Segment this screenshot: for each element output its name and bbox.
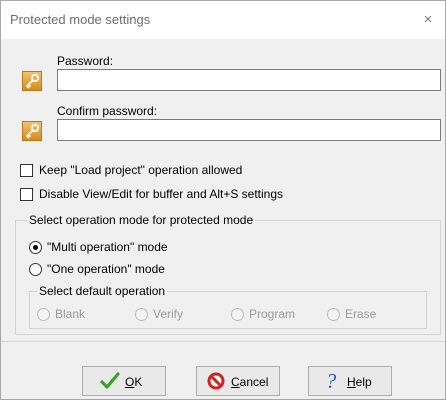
blank-radio[interactable] [37, 308, 50, 321]
disable-view-label: Disable View/Edit for buffer and Alt+S s… [39, 187, 284, 201]
one-operation-label: "One operation" mode [47, 262, 165, 276]
keep-load-label: Keep "Load project" operation allowed [39, 163, 243, 177]
one-operation-radio[interactable] [29, 263, 42, 276]
verify-label: Verify [153, 307, 184, 321]
key-icon [22, 121, 42, 141]
cancel-button-label: Cancel [231, 375, 269, 389]
question-mark-icon: ? [322, 369, 340, 395]
svg-text:?: ? [326, 370, 337, 392]
disable-view-checkbox[interactable] [20, 188, 33, 201]
cancel-button[interactable]: Cancel [196, 366, 280, 396]
multi-operation-radio[interactable] [29, 241, 42, 254]
key-icon [22, 71, 42, 91]
default-operation-group-title: Select default operation [37, 284, 168, 298]
no-entry-icon [207, 372, 225, 393]
multi-operation-label: "Multi operation" mode [47, 240, 168, 254]
program-radio[interactable] [231, 308, 244, 321]
title-bar: Protected mode settings × [1, 1, 445, 39]
operation-mode-group-title: Select operation mode for protected mode [27, 213, 256, 227]
checkmark-icon [100, 372, 120, 393]
help-button-label: Help [347, 375, 372, 389]
ok-button-label: OK [125, 375, 143, 389]
password-label: Password: [57, 54, 114, 68]
verify-radio[interactable] [135, 308, 148, 321]
help-button[interactable]: ? Help [308, 366, 392, 396]
button-separator [1, 341, 445, 342]
confirm-password-label: Confirm password: [57, 104, 158, 118]
confirm-password-field[interactable] [57, 119, 441, 141]
blank-label: Blank [55, 307, 86, 321]
dialog-title: Protected mode settings [10, 12, 151, 27]
erase-label: Erase [345, 307, 377, 321]
protected-mode-dialog: Protected mode settings × Password: Conf… [0, 0, 446, 400]
ok-button[interactable]: OK [82, 366, 166, 396]
close-icon[interactable]: × [417, 9, 439, 31]
erase-radio[interactable] [327, 308, 340, 321]
program-label: Program [249, 307, 296, 321]
password-field[interactable] [57, 69, 441, 91]
keep-load-checkbox[interactable] [20, 164, 33, 177]
